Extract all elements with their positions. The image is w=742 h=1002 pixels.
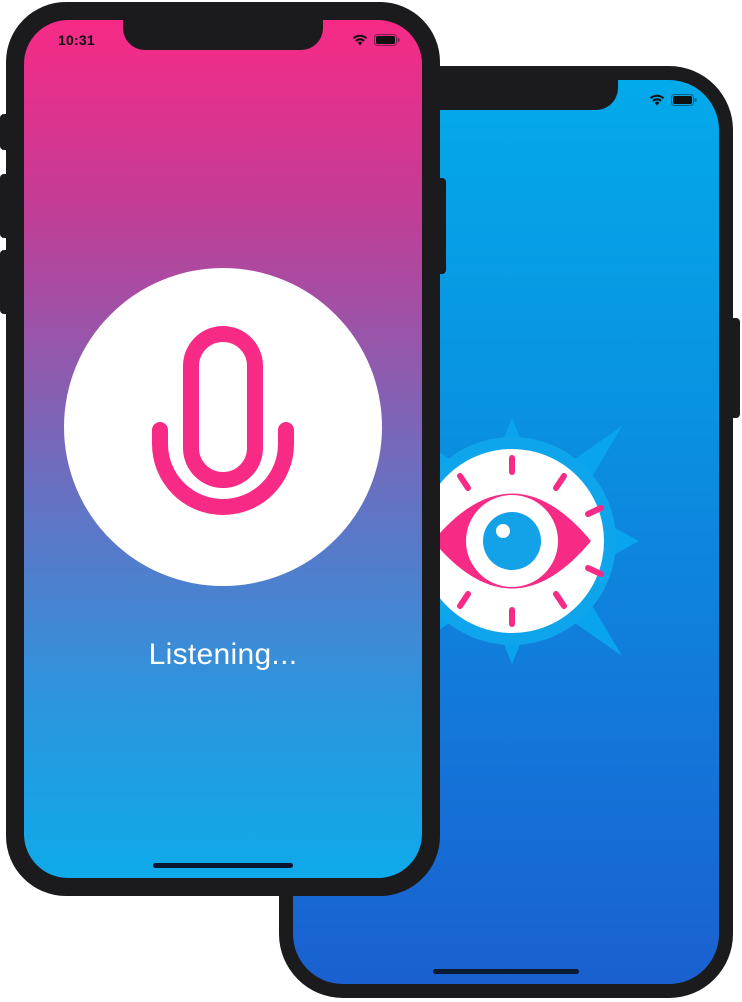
mute-switch [0, 114, 8, 150]
battery-icon [374, 34, 400, 46]
volume-up-button [0, 174, 8, 238]
front-phone-screen: 10:31 Listening... [24, 20, 422, 878]
front-phone: 10:31 Listening... [0, 2, 446, 896]
wifi-icon [352, 34, 368, 46]
home-indicator[interactable] [153, 863, 293, 868]
wifi-icon [649, 94, 665, 106]
microphone-icon [152, 326, 294, 515]
power-button [438, 178, 446, 274]
side-button [732, 318, 740, 418]
status-time: 10:31 [58, 32, 95, 48]
home-indicator[interactable] [433, 969, 579, 974]
status-bar-icons [352, 34, 400, 46]
battery-icon [671, 94, 697, 106]
volume-down-button [0, 250, 8, 314]
microphone-button[interactable] [64, 268, 382, 586]
notch [123, 20, 323, 50]
listening-status: Listening... [148, 638, 298, 671]
mockup-stage: 10:31 Listening... [0, 0, 742, 1002]
status-bar-icons [649, 94, 697, 106]
